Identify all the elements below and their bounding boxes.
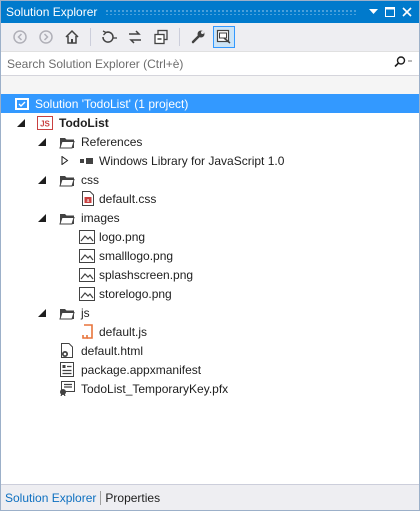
- folder-open-icon: [59, 210, 75, 226]
- title-bar[interactable]: Solution Explorer: [1, 1, 419, 23]
- solution-tree: Solution 'TodoList' (1 project) JS TodoL…: [1, 94, 419, 484]
- tree-item-js-folder[interactable]: js: [1, 303, 419, 322]
- search-icon[interactable]: [393, 56, 413, 71]
- toolbar-separator: [90, 28, 91, 46]
- tree-item-label: images: [81, 210, 120, 225]
- maximize-icon[interactable]: [382, 4, 398, 20]
- tree-item-default-html[interactable]: default.html: [1, 341, 419, 360]
- search-input[interactable]: Search Solution Explorer (Ctrl+è): [7, 57, 393, 71]
- tree-item-label: smalllogo.png: [99, 248, 174, 263]
- tree-item-label: logo.png: [99, 229, 146, 244]
- back-icon[interactable]: [9, 26, 31, 48]
- tree-item-label: Solution 'TodoList' (1 project): [35, 96, 189, 111]
- toolbar-separator: [179, 28, 180, 46]
- tab-properties[interactable]: Properties: [101, 488, 164, 508]
- tree-item-splashscreen[interactable]: splashscreen.png: [1, 265, 419, 284]
- tree-item-images-folder[interactable]: images: [1, 208, 419, 227]
- expanded-arrow-icon[interactable]: [37, 213, 47, 223]
- home-icon[interactable]: [61, 26, 83, 48]
- tree-item-smalllogo[interactable]: smalllogo.png: [1, 246, 419, 265]
- tree-item-default-js[interactable]: default.js: [1, 322, 419, 341]
- expanded-arrow-icon[interactable]: [37, 175, 47, 185]
- tree-item-label: default.html: [81, 343, 144, 358]
- tree-item-solution[interactable]: Solution 'TodoList' (1 project): [1, 94, 419, 113]
- svg-text:a: a: [87, 198, 90, 204]
- expanded-arrow-icon[interactable]: [37, 308, 47, 318]
- tree-item-label: TodoList_TemporaryKey.pfx: [81, 381, 229, 396]
- tree-item-default-css[interactable]: a default.css: [1, 189, 419, 208]
- forward-icon[interactable]: [35, 26, 57, 48]
- collapse-all-icon[interactable]: [150, 26, 172, 48]
- certificate-file-icon: [59, 381, 75, 397]
- solution-icon: [14, 96, 30, 112]
- window-title: Solution Explorer: [6, 5, 98, 19]
- expanded-arrow-icon[interactable]: [16, 118, 26, 128]
- tree-item-label: package.appxmanifest: [81, 362, 202, 377]
- library-reference-icon: [79, 153, 95, 169]
- tree-item-storelogo[interactable]: storelogo.png: [1, 284, 419, 303]
- close-icon[interactable]: [399, 4, 415, 20]
- tree-item-manifest[interactable]: package.appxmanifest: [1, 360, 419, 379]
- toolbar: [1, 23, 419, 52]
- tree-item-label: js: [81, 305, 90, 320]
- expanded-arrow-icon[interactable]: [37, 137, 47, 147]
- tree-item-label: default.js: [99, 324, 148, 339]
- properties-wrench-icon[interactable]: [187, 26, 209, 48]
- solution-explorer-window: Solution Explorer Search Solution Explor…: [0, 0, 420, 511]
- image-file-icon: [79, 286, 95, 302]
- window-position-dropdown-icon[interactable]: [365, 4, 381, 20]
- tree-item-label: storelogo.png: [99, 286, 172, 301]
- search-box[interactable]: Search Solution Explorer (Ctrl+è): [1, 52, 419, 76]
- tree-item-label: splashscreen.png: [99, 267, 194, 282]
- tree-item-label: TodoList: [59, 115, 109, 130]
- tree-item-label: References: [81, 134, 143, 149]
- folder-open-icon: [59, 134, 75, 150]
- tree-item-label: Windows Library for JavaScript 1.0: [99, 153, 285, 168]
- pending-changes-filter-icon[interactable]: [98, 26, 120, 48]
- preview-selected-items-icon[interactable]: [213, 26, 235, 48]
- manifest-file-icon: [59, 362, 75, 378]
- tree-item-logo[interactable]: logo.png: [1, 227, 419, 246]
- svg-text:JS: JS: [40, 119, 50, 128]
- tree-item-references[interactable]: References: [1, 132, 419, 151]
- collapsed-arrow-icon[interactable]: [60, 156, 70, 166]
- html-file-icon: [59, 342, 75, 359]
- tree-item-project[interactable]: JS TodoList: [1, 113, 419, 132]
- tree-item-winjs[interactable]: Windows Library for JavaScript 1.0: [1, 151, 419, 170]
- drag-grip[interactable]: [105, 9, 356, 15]
- folder-open-icon: [59, 305, 75, 321]
- javascript-project-icon: JS: [37, 115, 53, 131]
- folder-open-icon: [59, 172, 75, 188]
- sync-with-active-document-icon[interactable]: [124, 26, 146, 48]
- image-file-icon: [79, 267, 95, 283]
- tree-item-label: css: [81, 172, 99, 187]
- tree-item-css-folder[interactable]: css: [1, 170, 419, 189]
- image-file-icon: [79, 248, 95, 264]
- tree-item-label: default.css: [99, 191, 157, 206]
- image-file-icon: [79, 229, 95, 245]
- javascript-file-icon: [80, 323, 96, 340]
- css-file-icon: a: [80, 191, 96, 207]
- tab-solution-explorer[interactable]: Solution Explorer: [1, 488, 100, 508]
- bottom-tab-strip: Solution Explorer Properties: [1, 484, 419, 510]
- tree-item-tempkey[interactable]: TodoList_TemporaryKey.pfx: [1, 379, 419, 398]
